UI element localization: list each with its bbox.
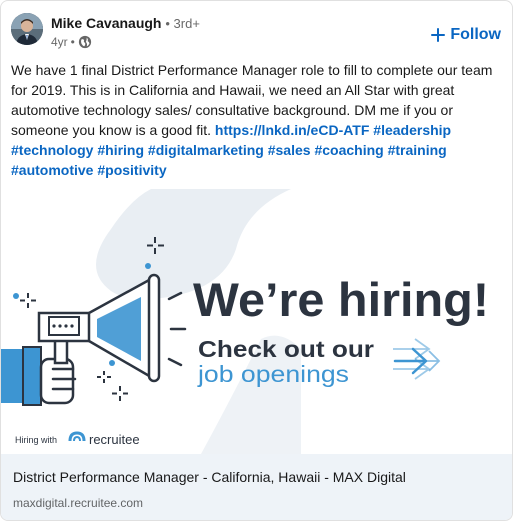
post-header: Mike Cavanaugh • 3rd+ 4yr • Follow bbox=[11, 13, 501, 53]
recruitee-brand: recruitee bbox=[89, 432, 140, 447]
follow-label: Follow bbox=[450, 26, 501, 43]
post-body: We have 1 final District Performance Man… bbox=[11, 60, 501, 180]
link-preview-image[interactable]: We’re hiring! Check out our job openings… bbox=[1, 189, 512, 454]
arrow-right-icon bbox=[393, 338, 441, 380]
follow-button[interactable]: Follow bbox=[430, 23, 501, 47]
hashtag-link[interactable]: #digitalmarketing bbox=[148, 142, 264, 158]
meta-dot: • bbox=[70, 35, 75, 49]
post-link[interactable]: https://lnkd.in/eCD-ATF bbox=[215, 122, 370, 138]
link-preview-domain: maxdigital.recruitee.com bbox=[13, 496, 144, 510]
link-preview-title[interactable]: District Performance Manager - Californi… bbox=[13, 469, 406, 485]
globe-icon bbox=[78, 35, 92, 49]
banner-headline: We’re hiring! bbox=[193, 273, 489, 326]
hiring-with-label: Hiring with bbox=[15, 435, 57, 445]
banner-cta-line1: Check out our bbox=[198, 336, 374, 362]
connection-degree: 3rd+ bbox=[173, 16, 200, 31]
author-avatar[interactable] bbox=[11, 13, 43, 45]
link-preview-footer[interactable]: District Performance Manager - Californi… bbox=[1, 454, 512, 520]
hashtag-link[interactable]: #training bbox=[388, 142, 447, 158]
connection-degree-separator: • bbox=[165, 16, 174, 31]
hashtag-link[interactable]: #coaching bbox=[314, 142, 383, 158]
hashtag-link[interactable]: #automotive bbox=[11, 162, 93, 178]
hashtag-link[interactable]: #hiring bbox=[97, 142, 144, 158]
hashtag-link[interactable]: #leadership bbox=[373, 122, 451, 138]
post-meta: 4yr • bbox=[51, 35, 92, 49]
post-time[interactable]: 4yr bbox=[51, 35, 68, 49]
hashtag-link[interactable]: #technology bbox=[11, 142, 93, 158]
plus-icon bbox=[430, 27, 446, 43]
hashtag-link[interactable]: #sales bbox=[268, 142, 311, 158]
author-name-row: Mike Cavanaugh • 3rd+ bbox=[51, 15, 200, 31]
feed-post-card: Mike Cavanaugh • 3rd+ 4yr • Follow We ha… bbox=[0, 0, 513, 521]
hashtag-link[interactable]: #positivity bbox=[97, 162, 166, 178]
author-name[interactable]: Mike Cavanaugh bbox=[51, 15, 161, 31]
recruitee-logo-icon bbox=[68, 431, 86, 442]
banner-cta-line2: job openings bbox=[197, 361, 349, 387]
